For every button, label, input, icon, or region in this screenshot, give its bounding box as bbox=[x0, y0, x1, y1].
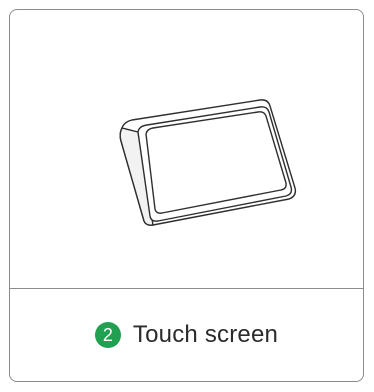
device-illustration bbox=[10, 10, 363, 288]
card-caption: 2 Touch screen bbox=[10, 289, 363, 381]
device-card: 2 Touch screen bbox=[9, 9, 364, 382]
step-number-badge: 2 bbox=[94, 322, 121, 348]
touch-screen-illustration bbox=[119, 99, 297, 226]
device-label: Touch screen bbox=[132, 321, 279, 348]
